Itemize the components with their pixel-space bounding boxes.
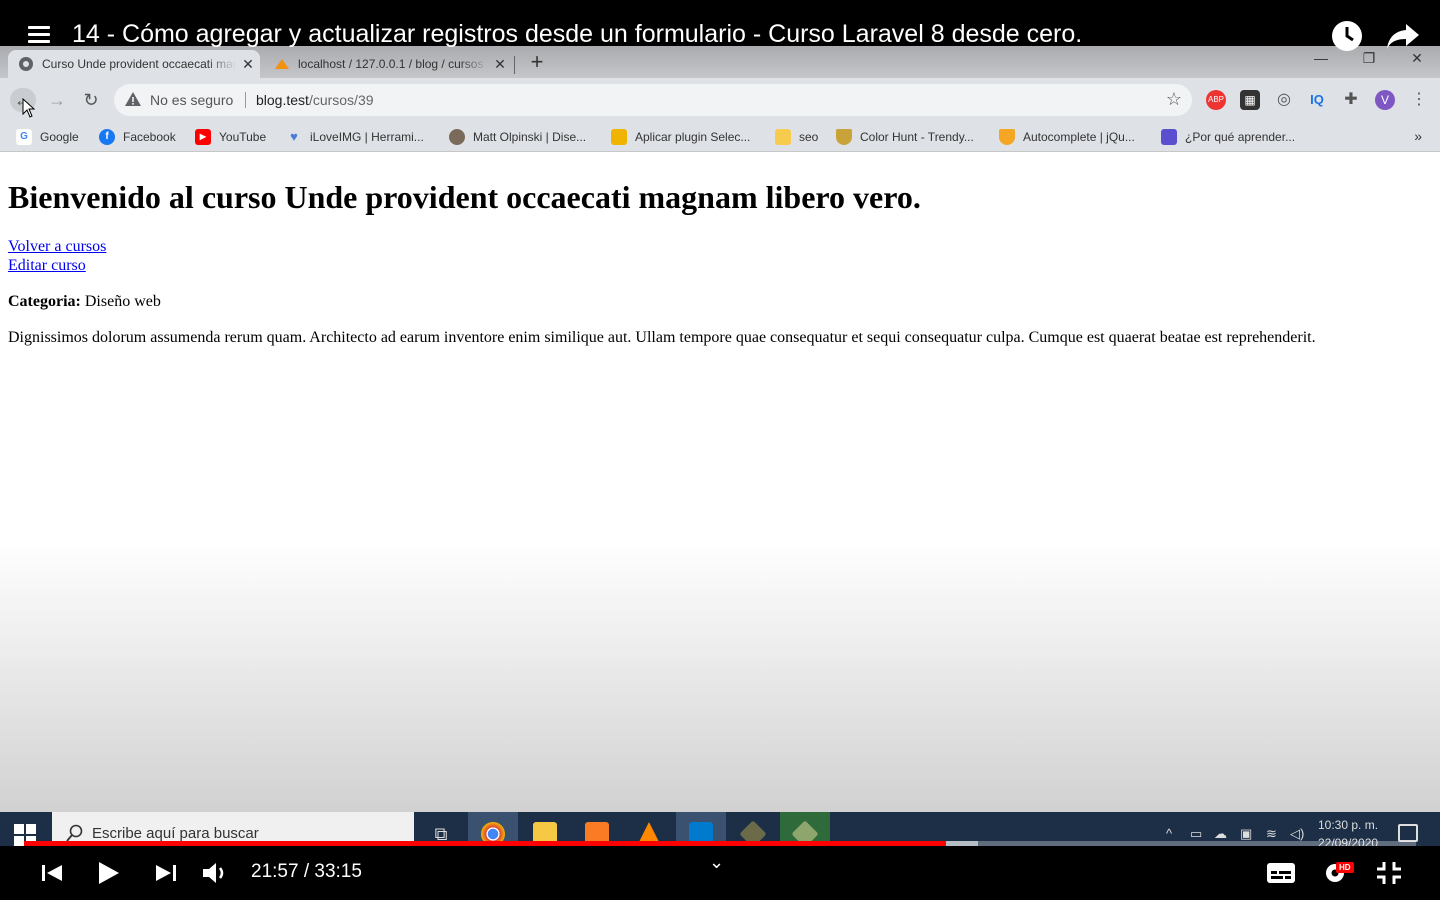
- bookmark-label: iLoveIMG | Herrami...: [310, 130, 424, 144]
- category-value: Diseño web: [80, 293, 161, 310]
- bookmark-label: Facebook: [123, 130, 176, 144]
- restore-icon[interactable]: ❐: [1354, 50, 1384, 67]
- video-title-bar: 14 - Cómo agregar y actualizar registros…: [0, 0, 1440, 51]
- address-bar[interactable]: No es seguro blog.test/cursos/39 ☆: [114, 84, 1192, 116]
- bookmark-label: Matt Olpinski | Dise...: [473, 130, 587, 144]
- extension-circle-icon[interactable]: ◎: [1274, 90, 1294, 110]
- globe-icon: [19, 57, 33, 71]
- grid-icon: [1161, 129, 1177, 145]
- reload-icon[interactable]: ↻: [78, 88, 104, 112]
- url-text[interactable]: blog.test/cursos/39: [256, 92, 374, 108]
- new-tab-button[interactable]: +: [526, 50, 548, 74]
- tab-label: Curso Unde provident occaecati magnam li…: [42, 57, 236, 71]
- tab-divider: [514, 56, 515, 74]
- bookmark-por-que-aprender[interactable]: ¿Por qué aprender...: [1161, 128, 1295, 146]
- facebook-icon: f: [99, 129, 115, 145]
- tab-close-icon[interactable]: ✕: [488, 56, 512, 73]
- bookmark-youtube[interactable]: ▶ YouTube: [195, 128, 266, 146]
- course-category: Categoria: Diseño web: [8, 293, 161, 311]
- battery-icon[interactable]: ▭: [1190, 826, 1202, 842]
- forward-icon[interactable]: →: [44, 88, 70, 112]
- edit-course-link[interactable]: Editar curso: [8, 257, 86, 275]
- search-icon: [66, 824, 83, 842]
- category-label: Categoria:: [8, 293, 81, 310]
- url-host: blog.test: [256, 92, 309, 108]
- url-path: /cursos/39: [308, 92, 374, 108]
- bookmark-label: ¿Por qué aprender...: [1185, 130, 1296, 144]
- tab-phpmyadmin[interactable]: localhost / 127.0.0.1 / blog / cursos ✕: [264, 50, 512, 78]
- wifi-icon[interactable]: ≋: [1266, 826, 1277, 842]
- jquery-ui-icon: [999, 129, 1015, 145]
- youtube-icon: ▶: [195, 129, 211, 145]
- next-icon[interactable]: [150, 860, 180, 886]
- phpmyadmin-icon: [275, 59, 289, 69]
- chapter-chevron-icon[interactable]: ⌄: [709, 852, 724, 873]
- play-icon[interactable]: [94, 860, 124, 886]
- mouse-cursor-icon: [22, 98, 36, 118]
- tray-overflow-icon[interactable]: ^: [1166, 826, 1172, 841]
- bookmark-folder-seo[interactable]: seo: [775, 128, 818, 146]
- display-icon[interactable]: ▣: [1240, 826, 1252, 842]
- bookmark-iloveimg[interactable]: ♥ iLoveIMG | Herrami...: [286, 128, 424, 146]
- back-to-courses-link[interactable]: Volver a cursos: [8, 238, 106, 256]
- bookmark-label: Google: [40, 130, 79, 144]
- volume-icon[interactable]: ◁): [1290, 826, 1304, 842]
- onedrive-icon[interactable]: ☁: [1214, 826, 1227, 842]
- notification-icon[interactable]: [1398, 824, 1418, 842]
- browser-window: Curso Unde provident occaecati magnam li…: [0, 46, 1440, 812]
- page-content: Bienvenido al curso Unde provident occae…: [0, 153, 1440, 812]
- video-title[interactable]: 14 - Cómo agregar y actualizar registros…: [72, 20, 1082, 49]
- course-description: Dignissimos dolorum assumenda rerum quam…: [8, 329, 1316, 346]
- bookmark-color-hunt[interactable]: Color Hunt - Trendy...: [836, 128, 974, 146]
- tab-strip: Curso Unde provident occaecati magnam li…: [0, 46, 1440, 78]
- tab-label: localhost / 127.0.0.1 / blog / cursos: [298, 57, 484, 71]
- google-icon: G: [16, 129, 32, 145]
- bookmark-aplicar-plugin[interactable]: Aplicar plugin Selec...: [611, 128, 750, 146]
- bookmark-google[interactable]: G Google: [16, 128, 79, 146]
- bookmark-facebook[interactable]: f Facebook: [99, 128, 176, 146]
- subtitles-icon[interactable]: [1266, 860, 1296, 886]
- plugin-icon: [611, 129, 627, 145]
- profile-avatar[interactable]: V: [1375, 90, 1395, 110]
- tab-curso[interactable]: Curso Unde provident occaecati magnam li…: [8, 50, 260, 78]
- iq-extension-icon[interactable]: IQ: [1307, 90, 1327, 110]
- extensions-puzzle-icon[interactable]: ✚: [1341, 90, 1361, 110]
- bookmark-matt-olpinski[interactable]: Matt Olpinski | Dise...: [449, 128, 586, 146]
- bookmark-label: seo: [799, 130, 819, 144]
- security-label[interactable]: No es seguro: [150, 92, 233, 108]
- player-controls: 21:57 / 33:15 ⌄ HD: [0, 846, 1440, 900]
- bookmark-label: YouTube: [219, 130, 267, 144]
- adblock-icon[interactable]: ABP: [1206, 90, 1226, 110]
- color-hunt-icon: [836, 129, 852, 145]
- bookmark-label: Autocomplete | jQu...: [1023, 130, 1135, 144]
- bookmarks-overflow-icon[interactable]: »: [1414, 128, 1422, 144]
- watch-later-icon[interactable]: [1331, 20, 1363, 52]
- search-placeholder: Escribe aquí para buscar: [92, 825, 259, 842]
- minimize-icon[interactable]: —: [1306, 50, 1336, 66]
- clock-time: 10:30 p. m.: [1318, 818, 1379, 832]
- volume-icon[interactable]: [200, 860, 230, 886]
- bookmark-label: Aplicar plugin Selec...: [635, 130, 751, 144]
- bookmarks-bar: G Google f Facebook ▶ YouTube ♥ iLoveIMG…: [0, 122, 1440, 152]
- exit-fullscreen-icon[interactable]: [1374, 860, 1404, 886]
- share-icon[interactable]: [1386, 22, 1420, 50]
- window-close-icon[interactable]: ✕: [1402, 50, 1432, 67]
- bookmark-autocomplete[interactable]: Autocomplete | jQu...: [999, 128, 1135, 146]
- hd-badge: HD: [1336, 862, 1354, 873]
- bookmark-star-icon[interactable]: ☆: [1166, 89, 1182, 110]
- video-time: 21:57 / 33:15: [251, 861, 362, 882]
- qr-code-icon[interactable]: ▦: [1240, 90, 1260, 110]
- tab-close-icon[interactable]: ✕: [236, 56, 260, 73]
- previous-icon[interactable]: [38, 860, 68, 886]
- bookmark-label: Color Hunt - Trendy...: [860, 130, 974, 144]
- playlist-menu-icon[interactable]: [28, 26, 50, 44]
- avatar-icon: [449, 129, 465, 145]
- omnibox-divider: [245, 92, 246, 108]
- page-heading: Bienvenido al curso Unde provident occae…: [8, 179, 921, 215]
- iloveimg-icon: ♥: [290, 129, 298, 144]
- warning-icon: [125, 92, 141, 106]
- browser-menu-icon[interactable]: ⋮: [1409, 90, 1429, 110]
- browser-toolbar: ← → ↻ No es seguro blog.test/cursos/39 ☆…: [0, 78, 1440, 122]
- folder-icon: [775, 129, 791, 145]
